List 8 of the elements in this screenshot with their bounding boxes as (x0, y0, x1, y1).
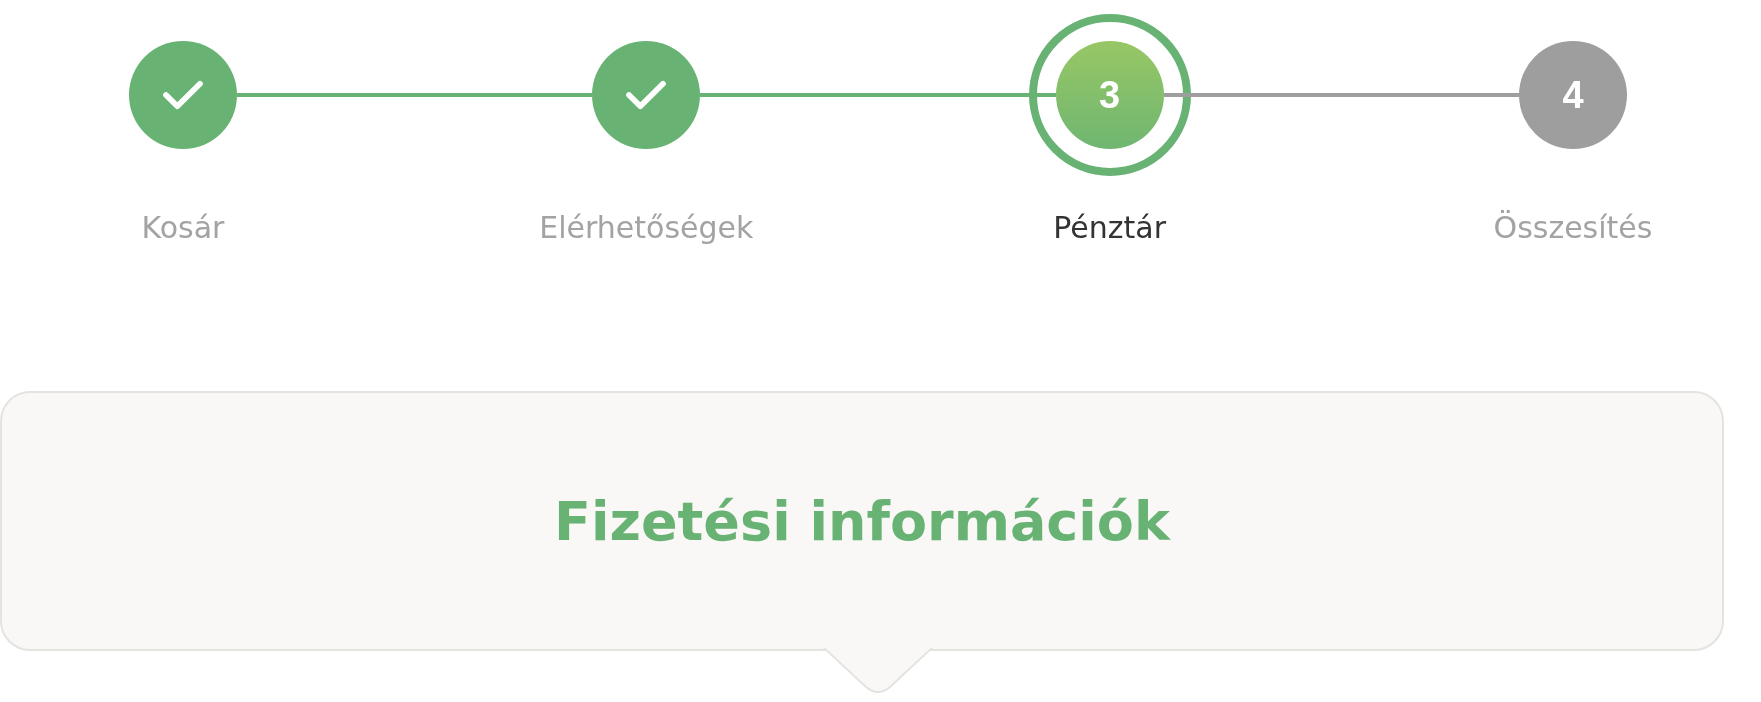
step-number: 4 (1519, 41, 1627, 149)
step-label: Elérhetőségek (539, 210, 754, 245)
step-label: Összesítés (1493, 210, 1653, 245)
step-number: 3 (1028, 14, 1191, 176)
panel-title: Fizetési információk (554, 489, 1170, 553)
step-label: Kosár (141, 210, 225, 245)
check-icon (160, 78, 206, 112)
step-label: Pénztár (1053, 210, 1166, 245)
